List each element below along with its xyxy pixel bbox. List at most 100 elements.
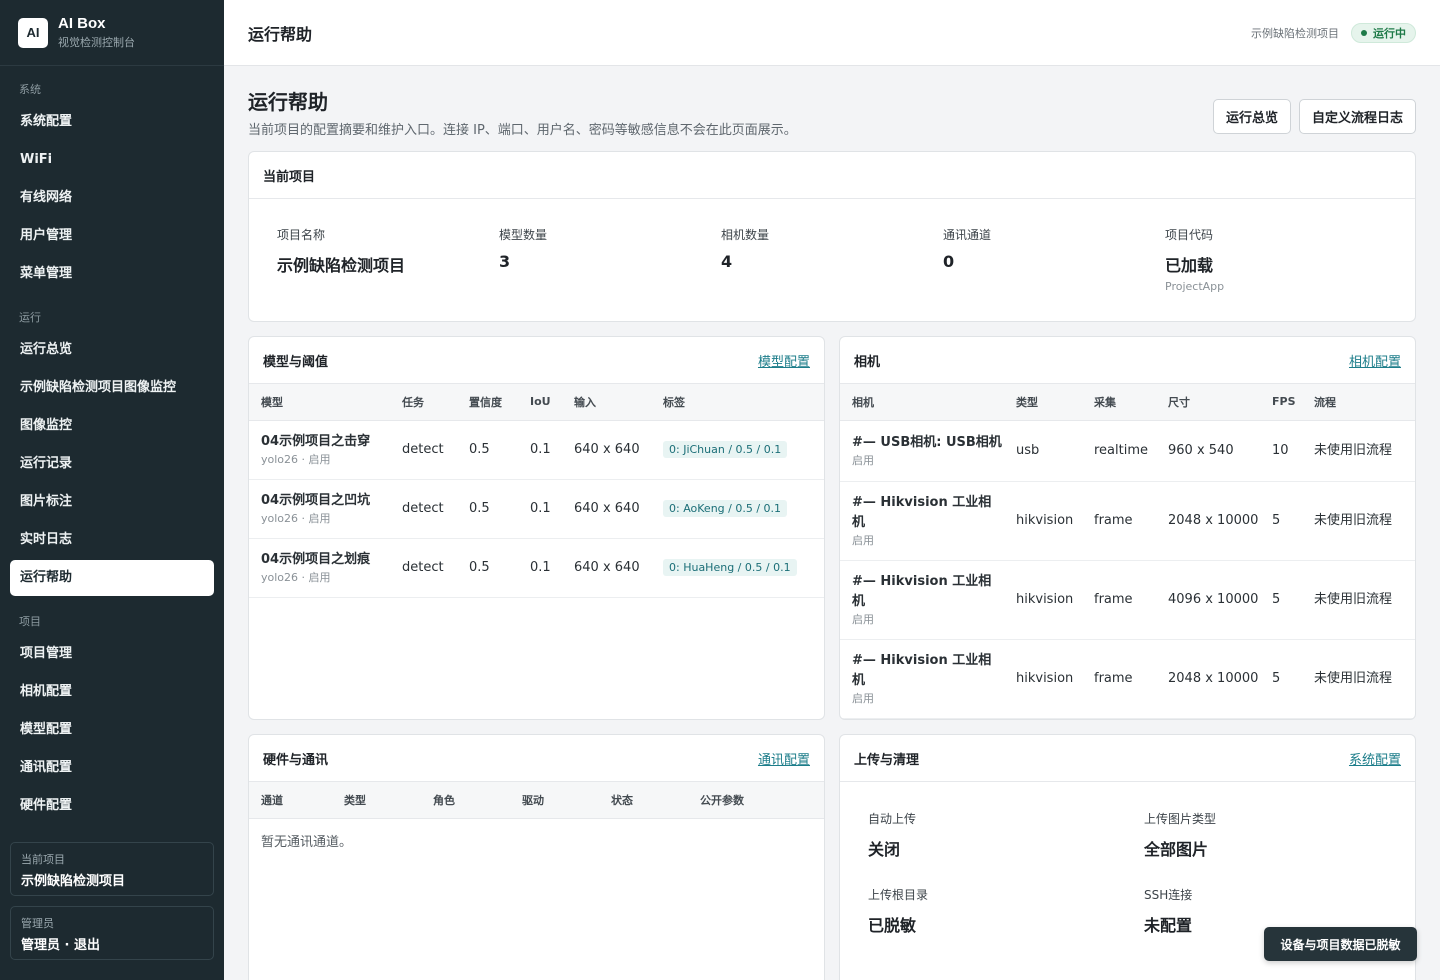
table-row[interactable]: 04示例项目之划痕 yolo26 · 启用 detect 0.5 0.1 640 x 64… [249,538,824,598]
card-title: 上传与清理 [854,752,920,768]
topbar-project: 示例缺陷检测项目 [1251,26,1339,40]
camera-fps: 5 [1266,639,1308,719]
column-header: 置信度 [463,384,524,421]
sidebar-item[interactable]: 系统配置 [10,104,214,140]
flow-log-button[interactable]: 自定义流程日志 [1298,99,1416,134]
current-project-value: 示例缺陷检测项目 [21,874,126,889]
column-header: 任务 [396,384,463,421]
label-tag: 0: AoKeng / 0.5 / 0.1 [663,500,788,517]
column-header: 采集 [1088,384,1162,421]
camera-size: 960 x 540 [1162,420,1266,482]
sidebar-item[interactable]: 项目管理 [10,636,214,672]
sidebar-item[interactable]: 相机配置 [10,674,214,710]
brand: AI AI Box 视觉检测控制台 [0,0,224,66]
camera-cell: #— Hikvision 工业相机 启用 [840,481,1010,561]
table-row[interactable]: 04示例项目之击穿 yolo26 · 启用 detect 0.5 0.1 640 x 64… [249,420,824,480]
camera-cell: #— Hikvision 工业相机 启用 [840,560,1010,640]
sidebar-item[interactable]: 硬件配置 [10,788,214,824]
stat-label: 项目代码 [1165,228,1214,242]
sidebar-item[interactable]: 用户管理 [10,218,214,254]
camera-flow: 未使用旧流程 [1308,420,1415,482]
setting-value: 关闭 [868,840,901,859]
sidebar-item[interactable]: 菜单管理 [10,256,214,292]
model-name: 04示例项目之划痕 [261,551,371,567]
column-header: 角色 [427,782,516,819]
upload-setting: 上传根目录 已脱敏 [868,886,1144,936]
sidebar-item[interactable]: 图片标注 [10,484,214,520]
camera-fps: 10 [1266,420,1308,482]
setting-label: 上传根目录 [868,888,929,902]
sidebar-item[interactable]: 图像监控 [10,408,214,444]
project-stat: 相机数量 4 [721,226,943,293]
camera-fps: 5 [1266,481,1308,561]
table-row[interactable]: #— Hikvision 工业相机 启用 hikvision frame 2048 x … [840,639,1415,719]
model-config-link[interactable]: 模型配置 [758,351,810,370]
upload-settings: 自动上传 关闭 上传图片类型 全部图片 上传根目录 已脱敏 SSH连接 未配置 [840,782,1415,936]
camera-type: usb [1010,420,1088,482]
sidebar-item[interactable]: 通讯配置 [10,750,214,786]
camera-config-link[interactable]: 相机配置 [1349,351,1401,370]
project-stats: 项目名称 示例缺陷检测项目 模型数量 3 相机数量 4 通讯通道 0 项目代码 已加载 Projec… [249,199,1415,293]
admin-label: 管理员 [21,917,54,930]
model-input: 640 x 640 [568,420,657,480]
table-row[interactable]: #— USB相机: USB相机 启用 usb realtime 960 x 540 10 未… [840,420,1415,482]
sidebar-item[interactable]: 运行总览 [10,332,214,368]
camera-mode: realtime [1088,420,1162,482]
sidebar-item[interactable]: 运行记录 [10,446,214,482]
admin-logout[interactable]: 管理员 · 退出 [21,934,203,953]
sidebar-item[interactable]: 模型配置 [10,712,214,748]
camera-mode: frame [1088,639,1162,719]
column-header: 通道 [249,782,338,819]
card-title: 模型与阈值 [263,354,329,370]
column-header: 尺寸 [1162,384,1266,421]
admin-card[interactable]: 管理员 管理员 · 退出 [10,906,214,960]
sidebar-item[interactable]: 有线网络 [10,180,214,216]
sidebar-item[interactable]: 运行帮助 [10,560,214,596]
model-input: 640 x 640 [568,479,657,539]
model-conf: 0.5 [463,538,524,598]
stat-value: 3 [499,252,511,271]
stat-label: 相机数量 [721,228,770,242]
hardware-table: 通道 类型 角色 驱动 状态 公开参数 [249,782,824,819]
model-tag-cell: 0: AoKeng / 0.5 / 0.1 [657,479,824,539]
system-config-link[interactable]: 系统配置 [1349,749,1401,768]
topbar-title: 运行帮助 [248,24,313,44]
upload-setting: 上传图片类型 全部图片 [1144,810,1394,860]
table-row[interactable]: 04示例项目之凹坑 yolo26 · 启用 detect 0.5 0.1 640 x 64… [249,479,824,539]
current-project-card[interactable]: 当前项目 示例缺陷检测项目 [10,842,214,896]
camera-name: #— Hikvision 工业相机 [852,652,992,688]
camera-flow: 未使用旧流程 [1308,639,1415,719]
model-cell: 04示例项目之击穿 yolo26 · 启用 [249,420,396,480]
table-row[interactable]: #— Hikvision 工业相机 启用 hikvision frame 2048 x … [840,481,1415,561]
label-tag: 0: JiChuan / 0.5 / 0.1 [663,441,788,458]
nav-group-label: 项目 [19,615,41,628]
camera-type: hikvision [1010,560,1088,640]
comm-config-link[interactable]: 通讯配置 [758,749,810,768]
overview-button[interactable]: 运行总览 [1212,99,1291,134]
cameras-table: 相机 类型 采集 尺寸 FPS 流程 #— USB相机: USB相机 启用 usb realti… [840,384,1415,719]
model-input: 640 x 640 [568,538,657,598]
sidebar-item[interactable]: WiFi [10,142,214,178]
brand-name: AI Box [58,14,106,32]
current-project-summary-card: 当前项目 项目名称 示例缺陷检测项目 模型数量 3 相机数量 4 通讯通道 0 项目代码 已加载 P… [248,151,1416,322]
model-task: detect [396,538,463,598]
table-row[interactable]: #— Hikvision 工业相机 启用 hikvision frame 4096 x … [840,560,1415,640]
page-header: 运行帮助 当前项目的配置摘要和维护入口。连接 IP、端口、用户名、密码等敏感信息… [248,86,1416,138]
camera-cell: #— Hikvision 工业相机 启用 [840,639,1010,719]
stat-label: 通讯通道 [943,228,992,242]
camera-name: #— Hikvision 工业相机 [852,573,992,609]
label-tag: 0: HuaHeng / 0.5 / 0.1 [663,559,797,576]
model-sub: yolo26 · 启用 [261,511,331,525]
project-stat: 项目名称 示例缺陷检测项目 [277,226,499,293]
camera-size: 4096 x 10000 [1162,560,1266,640]
camera-mode: frame [1088,481,1162,561]
model-name: 04示例项目之凹坑 [261,492,371,508]
status-text: 运行中 [1373,26,1406,40]
sidebar-item[interactable]: 实时日志 [10,522,214,558]
status-dot-icon [1361,29,1367,36]
topbar: 运行帮助 示例缺陷检测项目 运行中 [224,0,1440,66]
column-header: 公开参数 [694,782,824,819]
camera-size: 2048 x 10000 [1162,639,1266,719]
sidebar-item[interactable]: 示例缺陷检测项目图像监控 [10,370,214,406]
column-header: IoU [524,384,568,421]
